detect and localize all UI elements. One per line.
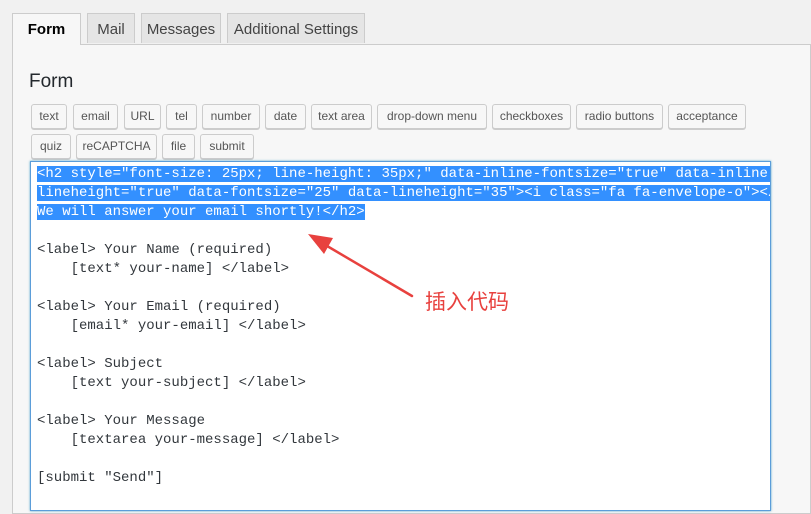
annotation-label: 插入代码 [425, 290, 509, 314]
code-line: [textarea your-message] </label> [37, 432, 340, 448]
editor-code: <h2 style="font-size: 25px; line-height:… [37, 165, 770, 488]
tag-button-email[interactable]: email [73, 104, 118, 129]
tag-button-date[interactable]: date [265, 104, 306, 129]
tag-button-number[interactable]: number [202, 104, 260, 129]
tag-button-quiz[interactable]: quiz [31, 134, 71, 159]
code-line: <label> Your Email (required) [37, 299, 281, 315]
code-line: [text your-subject] </label> [37, 375, 306, 391]
code-line: [submit "Send"] [37, 470, 164, 486]
tab-bar: Form Mail Messages Additional Settings [12, 13, 365, 45]
code-line: <label> Your Message [37, 413, 206, 429]
tag-button-text[interactable]: text [31, 104, 67, 129]
tag-button-file[interactable]: file [162, 134, 195, 159]
tab-mail[interactable]: Mail [87, 13, 135, 43]
code-line: [email* your-email] </label> [37, 318, 306, 334]
code-line: We will answer your email shortly!</h2> [37, 204, 365, 220]
tag-button-checkboxes[interactable]: checkboxes [492, 104, 571, 129]
tab-form[interactable]: Form [12, 13, 81, 45]
tag-button-radio-buttons[interactable]: radio buttons [576, 104, 663, 129]
code-line: <h2 style="font-size: 25px; line-height:… [37, 166, 770, 182]
tag-button-tel[interactable]: tel [166, 104, 197, 129]
tag-button-textarea[interactable]: text area [311, 104, 372, 129]
tag-button-submit[interactable]: submit [200, 134, 254, 159]
tag-button-dropdown[interactable]: drop-down menu [377, 104, 487, 129]
form-template-editor[interactable]: <h2 style="font-size: 25px; line-height:… [30, 161, 771, 511]
code-line: lineheight="true" data-fontsize="25" dat… [37, 185, 770, 201]
code-line: <label> Subject [37, 356, 164, 372]
tag-button-recaptcha[interactable]: reCAPTCHA [76, 134, 157, 159]
panel-title: Form [29, 71, 74, 92]
tab-additional-settings[interactable]: Additional Settings [227, 13, 365, 43]
code-line: [text* your-name] </label> [37, 261, 290, 277]
tag-button-acceptance[interactable]: acceptance [668, 104, 746, 129]
code-line: <label> Your Name (required) [37, 242, 273, 258]
tag-button-url[interactable]: URL [124, 104, 161, 129]
tab-messages[interactable]: Messages [141, 13, 221, 43]
